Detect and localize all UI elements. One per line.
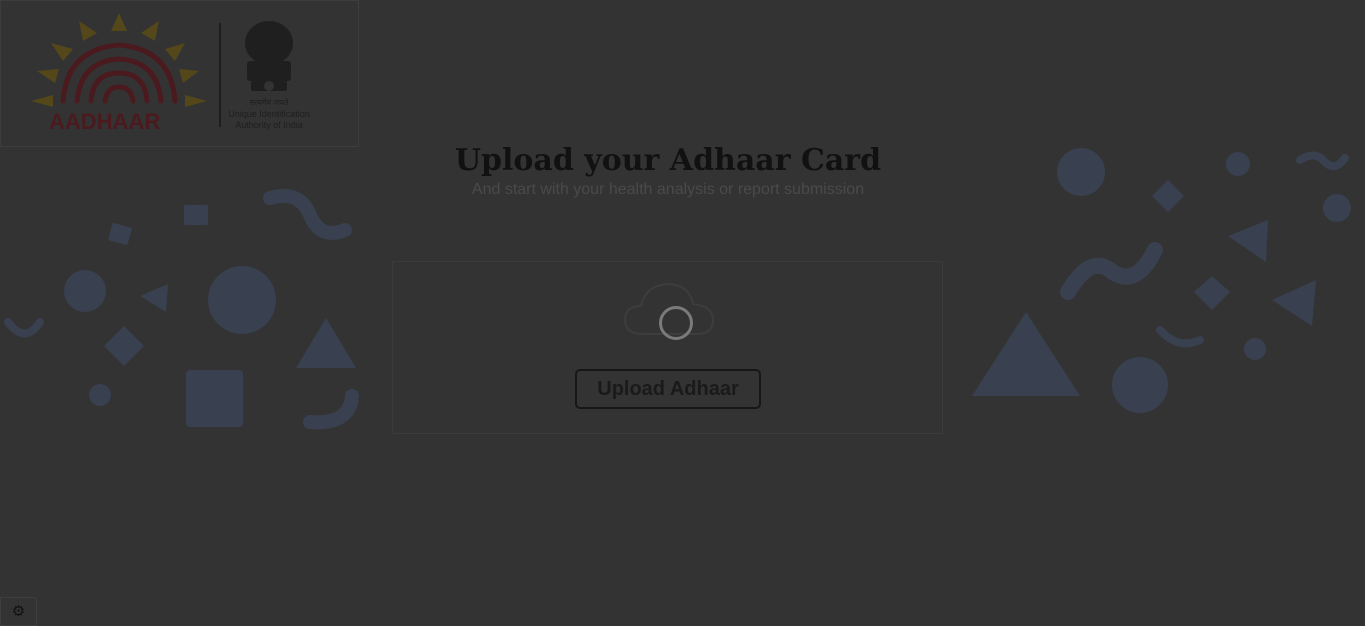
national-emblem-icon <box>245 21 293 91</box>
settings-button[interactable]: ⚙ <box>0 597 37 626</box>
aadhaar-brand-text: AADHAAR <box>49 109 160 134</box>
upload-dropzone[interactable]: Upload Adhaar <box>392 261 943 434</box>
aadhaar-logo: AADHAAR सत्यमेव जयते Unique Identificati… <box>31 13 310 134</box>
loading-spinner-icon <box>659 306 693 340</box>
gear-icon: ⚙ <box>11 603 26 620</box>
aadhaar-logo-panel: AADHAAR सत्यमेव जयते Unique Identificati… <box>0 0 359 147</box>
page-title: Upload your Adhaar Card <box>454 143 882 178</box>
page-subtitle: And start with your health analysis or r… <box>471 181 865 198</box>
upload-adhaar-button[interactable]: Upload Adhaar <box>575 369 761 409</box>
authority-line-2: Authority of India <box>235 120 303 130</box>
authority-line-1: Unique Identification <box>228 109 310 119</box>
emblem-motto: सत्यमेव जयते <box>250 97 289 107</box>
page: AADHAAR सत्यमेव जयते Unique Identificati… <box>0 0 1365 626</box>
